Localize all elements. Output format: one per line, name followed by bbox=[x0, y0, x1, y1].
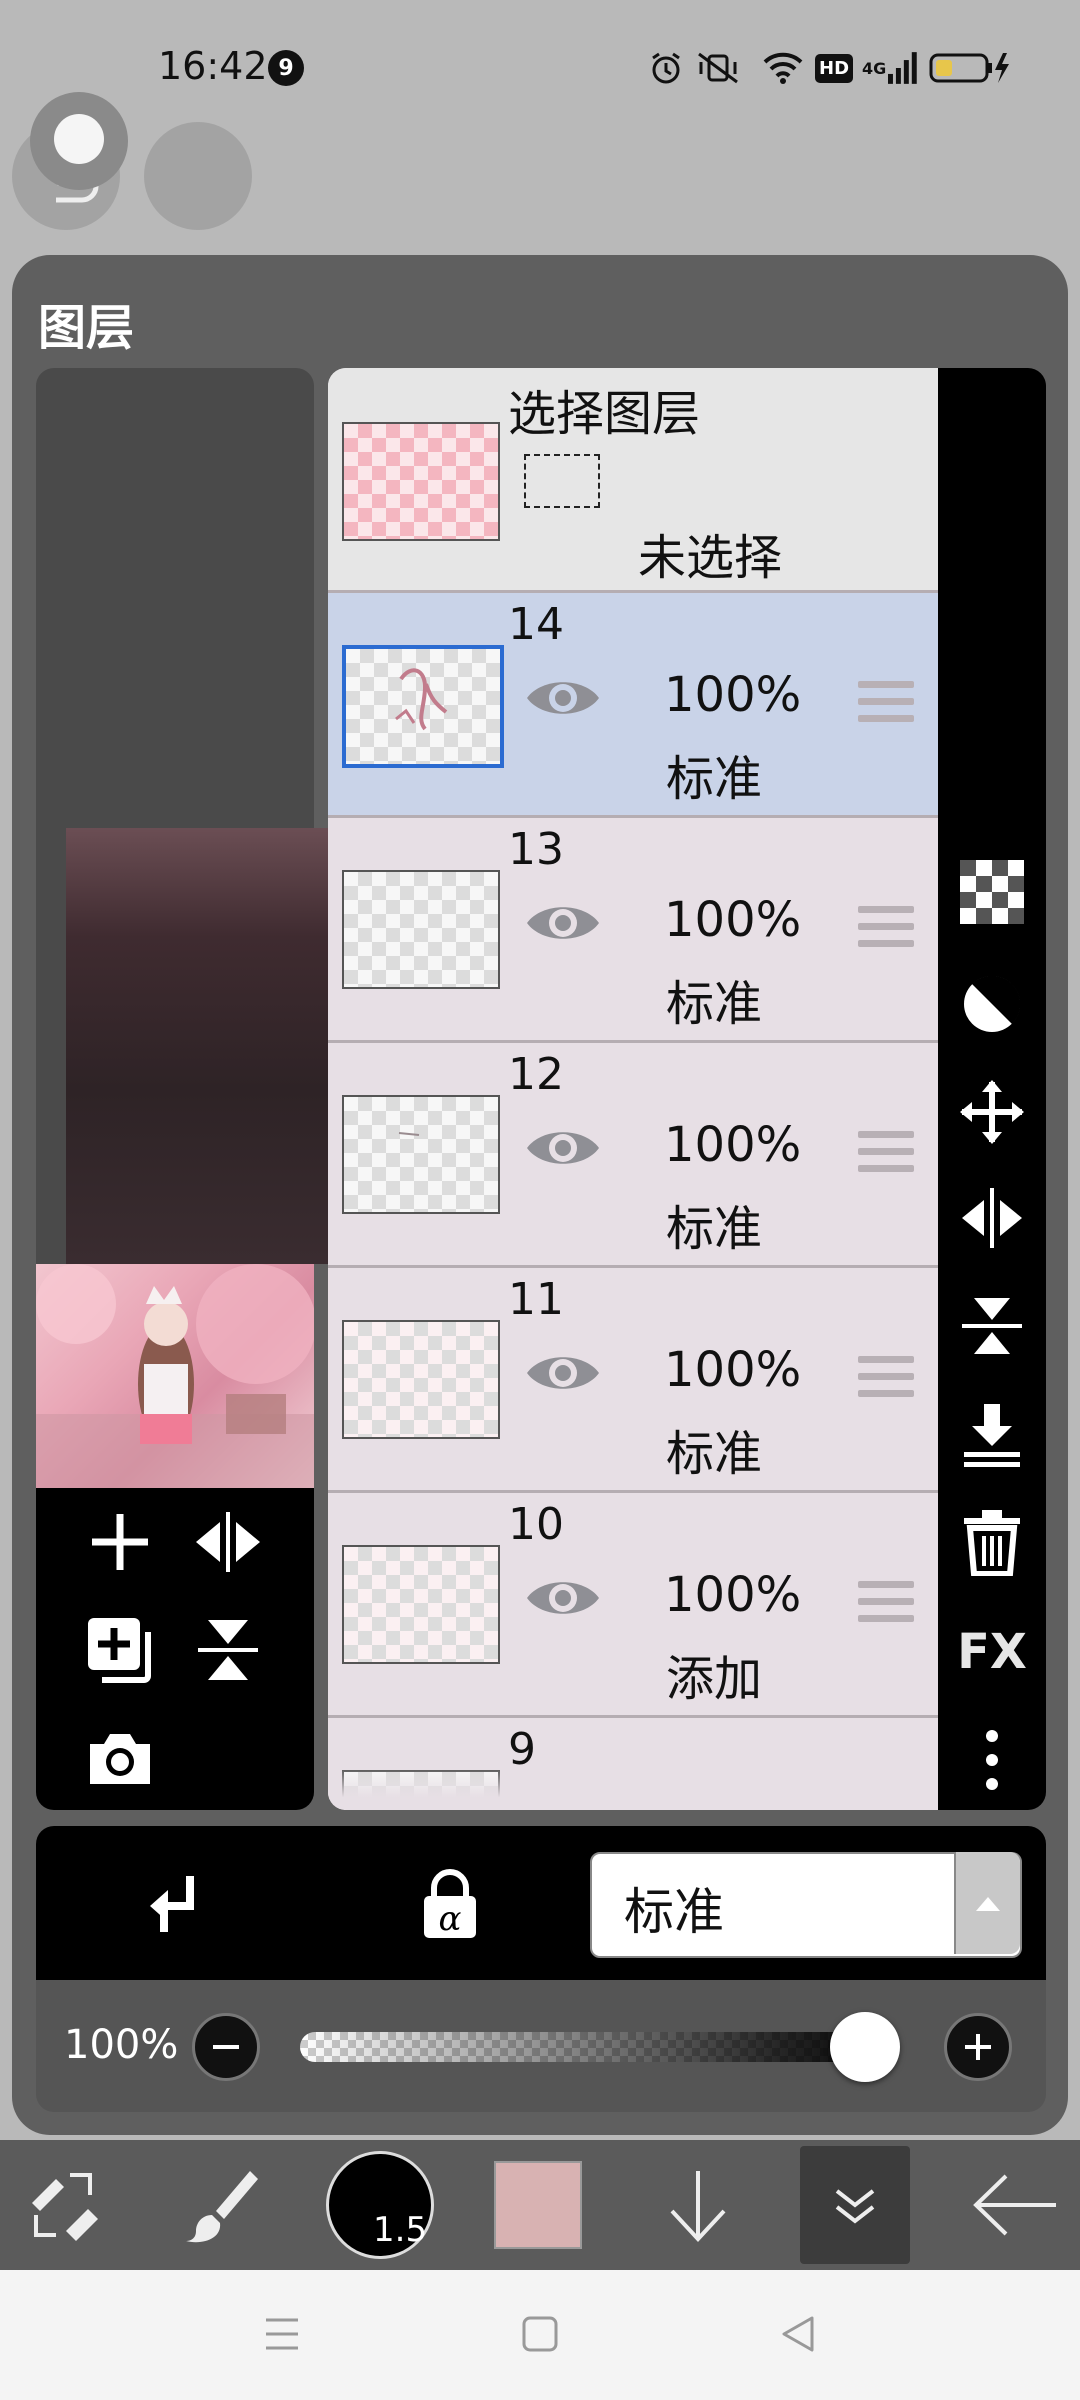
drag-handle-icon[interactable] bbox=[858, 681, 914, 729]
back-nav-icon[interactable] bbox=[778, 2312, 818, 2356]
layer-thumbnail bbox=[342, 1545, 500, 1664]
brush-tool-icon[interactable] bbox=[172, 2140, 272, 2270]
layer-blend-mode: 标准 bbox=[666, 751, 763, 807]
layer-thumbnail bbox=[342, 1320, 500, 1439]
duplicate-layer-button[interactable] bbox=[82, 1612, 158, 1688]
wifi-icon bbox=[760, 48, 806, 88]
drag-handle-icon[interactable] bbox=[858, 1131, 914, 1179]
opacity-decrease-button[interactable] bbox=[192, 2013, 260, 2081]
battery-icon bbox=[928, 48, 1016, 88]
hd-label: HD bbox=[815, 53, 854, 83]
layer-opacity: 100% bbox=[664, 892, 802, 948]
layer-opacity: 100% bbox=[664, 667, 802, 723]
collapse-toolbar-button[interactable] bbox=[800, 2146, 910, 2264]
layer-opacity: 100% bbox=[664, 1342, 802, 1398]
selection-layer-thumbnail bbox=[342, 422, 500, 541]
alpha-lock-icon[interactable]: α bbox=[410, 1864, 490, 1944]
opacity-increase-button[interactable] bbox=[944, 2013, 1012, 2081]
flip-horizontal-button[interactable] bbox=[190, 1504, 266, 1580]
visibility-eye-icon[interactable] bbox=[524, 675, 602, 721]
list-fade bbox=[328, 1768, 938, 1810]
layer-thumbnail bbox=[342, 1095, 500, 1214]
layer-row-14[interactable]: 14 100% 标准 bbox=[328, 593, 938, 818]
layer-row-13[interactable]: 13 100% 标准 bbox=[328, 818, 938, 1043]
layer-number: 13 bbox=[508, 824, 564, 875]
layer-number: 11 bbox=[508, 1274, 564, 1325]
layer-thumbnail bbox=[342, 870, 500, 989]
visibility-eye-icon[interactable] bbox=[524, 1125, 602, 1171]
mute-vibrate-icon bbox=[694, 48, 742, 88]
add-layer-button[interactable] bbox=[82, 1504, 158, 1580]
move-icon[interactable] bbox=[952, 1072, 1032, 1152]
layer-opacity: 100% bbox=[664, 1117, 802, 1173]
hd-icon: HD bbox=[815, 48, 854, 88]
layer-row-10[interactable]: 10 100% 添加 bbox=[328, 1493, 938, 1718]
home-icon[interactable] bbox=[520, 2314, 560, 2354]
down-arrow-icon[interactable] bbox=[648, 2140, 748, 2270]
layer-number: 10 bbox=[508, 1499, 564, 1550]
flip-vertical-button[interactable] bbox=[190, 1612, 266, 1688]
alarm-icon bbox=[646, 48, 686, 88]
brush-size-value: 1.5 bbox=[373, 2210, 428, 2250]
selection-layer-row[interactable]: 选择图层 未选择 bbox=[328, 368, 938, 593]
panel-title: 图层 bbox=[38, 300, 135, 356]
drag-handle-icon[interactable] bbox=[858, 1356, 914, 1404]
layer-blend-mode: 标准 bbox=[666, 976, 763, 1032]
invert-icon[interactable] bbox=[952, 964, 1032, 1044]
opacity-value: 100% bbox=[64, 2022, 179, 2068]
layer-row-12[interactable]: 12 100% 标准 bbox=[328, 1043, 938, 1268]
delete-layer-icon[interactable] bbox=[952, 1502, 1032, 1582]
network-label: 4G bbox=[862, 58, 887, 78]
dropdown-arrow-icon[interactable] bbox=[954, 1852, 1020, 1954]
current-color-swatch bbox=[494, 2161, 582, 2249]
drag-handle-icon[interactable] bbox=[858, 1581, 914, 1629]
tool-switch-icon[interactable] bbox=[14, 2140, 114, 2270]
visibility-eye-icon[interactable] bbox=[524, 1350, 602, 1396]
layer-number: 14 bbox=[508, 599, 564, 650]
layer-blend-mode: 添加 bbox=[666, 1651, 763, 1707]
drag-handle-icon[interactable] bbox=[858, 906, 914, 954]
layer-tools bbox=[36, 1488, 314, 1810]
fx-button[interactable]: FX bbox=[952, 1612, 1032, 1692]
merge-down-icon[interactable] bbox=[952, 1394, 1032, 1474]
camera-import-button[interactable] bbox=[82, 1720, 158, 1796]
back-arrow-icon[interactable] bbox=[960, 2140, 1070, 2270]
floating-handle-dot bbox=[54, 114, 104, 164]
double-chevron-down-icon bbox=[835, 2189, 875, 2224]
canvas-thumbnail[interactable] bbox=[36, 1264, 316, 1488]
more-options-icon[interactable] bbox=[952, 1720, 1032, 1800]
flip-vertical-icon[interactable] bbox=[952, 1286, 1032, 1366]
layer-blend-mode: 标准 bbox=[666, 1201, 763, 1257]
brush-size-button[interactable]: 1.5 bbox=[322, 2140, 438, 2270]
brush-size-circle: 1.5 bbox=[326, 2151, 434, 2259]
selection-status: 未选择 bbox=[638, 530, 783, 586]
layer-list[interactable]: 选择图层 未选择 14 100% 标准 13 100% 标准 12 100% 标… bbox=[328, 368, 938, 1810]
redo-button[interactable] bbox=[144, 122, 252, 230]
layer-number: 12 bbox=[508, 1049, 564, 1100]
notification-badge: 9 bbox=[268, 50, 304, 86]
clipping-icon[interactable] bbox=[136, 1862, 216, 1942]
svg-text:α: α bbox=[439, 1899, 462, 1939]
layer-opacity: 100% bbox=[664, 1567, 802, 1623]
signal-icon: 4G bbox=[862, 48, 918, 88]
layer-thumbnail bbox=[342, 645, 504, 768]
selection-marquee-icon bbox=[524, 454, 600, 508]
recent-apps-icon[interactable] bbox=[262, 2312, 302, 2356]
floating-handle[interactable] bbox=[30, 92, 128, 190]
blend-mode-value: 标准 bbox=[624, 1883, 724, 1941]
status-time: 16:42 bbox=[158, 44, 268, 88]
visibility-eye-icon[interactable] bbox=[524, 1575, 602, 1621]
flip-horizontal-icon[interactable] bbox=[952, 1178, 1032, 1258]
visibility-eye-icon[interactable] bbox=[524, 900, 602, 946]
opacity-slider-knob[interactable] bbox=[830, 2012, 900, 2082]
layer-row-11[interactable]: 11 100% 标准 bbox=[328, 1268, 938, 1493]
selection-layer-title: 选择图层 bbox=[508, 386, 701, 442]
canvas-preview-background bbox=[66, 828, 330, 1264]
color-swatch-button[interactable] bbox=[494, 2140, 582, 2270]
transparency-checker-button[interactable] bbox=[952, 852, 1032, 932]
opacity-slider[interactable] bbox=[300, 2032, 900, 2062]
layer-blend-mode: 标准 bbox=[666, 1426, 763, 1482]
